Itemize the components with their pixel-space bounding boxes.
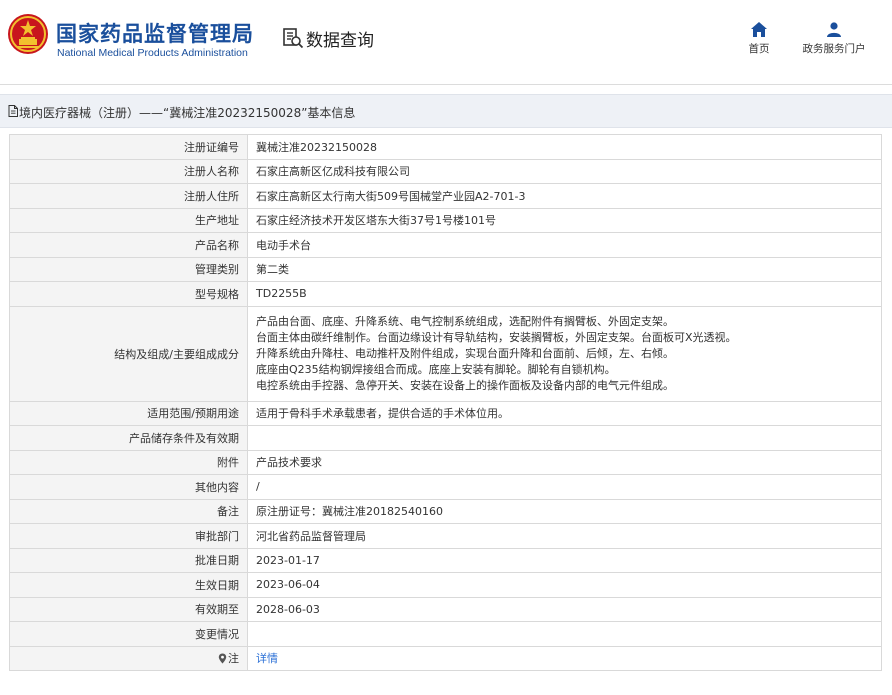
row-label: 备注: [9, 498, 248, 524]
nav-home[interactable]: 首页: [744, 22, 774, 56]
row-label: 注册证编号: [9, 134, 248, 160]
row-value: 石家庄高新区太行南大街509号国械堂产业园A2-701-3: [247, 183, 882, 209]
table-row: 注册证编号 冀械注准20232150028: [9, 134, 882, 160]
breadcrumb: 境内医疗器械（注册）——“冀械注准20232150028”基本信息: [0, 94, 892, 128]
table-row: 附件 产品技术要求: [9, 449, 882, 475]
row-value: [247, 425, 882, 451]
row-value-multiline: 产品由台面、底座、升降系统、电气控制系统组成，选配附件有搁臂板、外固定支架。 台…: [247, 305, 882, 402]
row-value: 电动手术台: [247, 232, 882, 258]
row-label: 生产地址: [9, 207, 248, 233]
table-row: 注册人住所 石家庄高新区太行南大街509号国械堂产业园A2-701-3: [9, 183, 882, 209]
row-label: 管理类别: [9, 256, 248, 282]
registration-info-table: 注册证编号 冀械注准20232150028 注册人名称 石家庄高新区亿成科技有限…: [9, 134, 882, 671]
row-value: 2023-06-04: [247, 572, 882, 598]
row-label: 注册人名称: [9, 158, 248, 184]
row-value: 详情: [247, 645, 882, 671]
row-label: 生效日期: [9, 572, 248, 598]
row-value: 石家庄经济技术开发区塔东大街37号1号楼101号: [247, 207, 882, 233]
row-value: 第二类: [247, 256, 882, 282]
row-value: 产品技术要求: [247, 449, 882, 475]
row-label: 附件: [9, 449, 248, 475]
row-label: 变更情况: [9, 621, 248, 647]
table-row: 注册人名称 石家庄高新区亿成科技有限公司: [9, 158, 882, 184]
note-row-label: 注: [9, 645, 248, 671]
row-value: 河北省药品监督管理局: [247, 523, 882, 549]
row-value: 2023-01-17: [247, 547, 882, 573]
table-row: 生效日期 2023-06-04: [9, 572, 882, 598]
row-label: 型号规格: [9, 281, 248, 307]
composition-line: 产品由台面、底座、升降系统、电气控制系统组成，选配附件有搁臂板、外固定支架。: [256, 314, 674, 328]
table-row: 审批部门 河北省药品监督管理局: [9, 523, 882, 549]
table-row: 批准日期 2023-01-17: [9, 547, 882, 573]
home-icon: [751, 22, 767, 37]
table-row: 其他内容 /: [9, 474, 882, 500]
search-document-icon: [283, 28, 304, 49]
row-label: 产品名称: [9, 232, 248, 258]
composition-line: 台面主体由碳纤维制作。台面边缘设计有导轨结构，安装搁臂板，外固定支架。台面板可X…: [256, 330, 737, 344]
table-row: 备注 原注册证号：冀械注准20182540160: [9, 498, 882, 524]
row-value: 石家庄高新区亿成科技有限公司: [247, 158, 882, 184]
row-label: 批准日期: [9, 547, 248, 573]
breadcrumb-text: 境内医疗器械（注册）——“冀械注准20232150028”基本信息: [19, 106, 356, 120]
site-title-english: National Medical Products Administration: [57, 47, 248, 59]
nav-service-portal[interactable]: 政务服务门户: [798, 22, 870, 56]
pin-icon: [218, 653, 227, 663]
row-value: TD2255B: [247, 281, 882, 307]
nav-portal-label: 政务服务门户: [802, 43, 866, 55]
row-value: [247, 621, 882, 647]
data-query-nav[interactable]: 数据查询: [282, 26, 374, 51]
row-value: 2028-06-03: [247, 596, 882, 622]
table-row: 产品名称 电动手术台: [9, 232, 882, 258]
composition-line: 电控系统由手控器、急停开关、安装在设备上的操作面板及设备内部的电气元件组成。: [256, 378, 674, 392]
composition-line: 底座由Q235结构钢焊接组合而成。底座上安装有脚轮。脚轮有自锁机构。: [256, 362, 616, 376]
table-row: 型号规格 TD2255B: [9, 281, 882, 307]
note-label-text: 注: [228, 652, 239, 665]
site-header: 国家药品监督管理局 National Medical Products Admi…: [0, 0, 892, 85]
table-row: 结构及组成/主要组成成分 产品由台面、底座、升降系统、电气控制系统组成，选配附件…: [9, 305, 882, 402]
composition-line: 升降系统由升降柱、电动推杆及附件组成，实现台面升降和台面前、后倾，左、右倾。: [256, 346, 674, 360]
national-emblem-icon: [6, 12, 50, 56]
row-label: 审批部门: [9, 523, 248, 549]
row-value: 原注册证号：冀械注准20182540160: [247, 498, 882, 524]
row-value: 冀械注准20232150028: [247, 134, 882, 160]
table-row: 变更情况: [9, 621, 882, 647]
row-value: /: [247, 474, 882, 500]
table-row: 注 详情: [9, 645, 882, 671]
table-row: 产品储存条件及有效期: [9, 425, 882, 451]
table-row: 有效期至 2028-06-03: [9, 596, 882, 622]
row-label: 注册人住所: [9, 183, 248, 209]
row-value: 适用于骨科手术承载患者，提供合适的手术体位用。: [247, 400, 882, 426]
row-label: 其他内容: [9, 474, 248, 500]
row-label: 结构及组成/主要组成成分: [9, 305, 248, 402]
row-label: 适用范围/预期用途: [9, 400, 248, 426]
nav-home-label: 首页: [748, 43, 770, 55]
details-link[interactable]: 详情: [256, 652, 278, 665]
table-row: 适用范围/预期用途 适用于骨科手术承载患者，提供合适的手术体位用。: [9, 400, 882, 426]
table-row: 生产地址 石家庄经济技术开发区塔东大街37号1号楼101号: [9, 207, 882, 233]
table-row: 管理类别 第二类: [9, 256, 882, 282]
user-icon: [827, 22, 841, 37]
document-icon: [8, 105, 18, 117]
data-query-label: 数据查询: [306, 30, 374, 51]
row-label: 产品储存条件及有效期: [9, 425, 248, 451]
row-label: 有效期至: [9, 596, 248, 622]
site-title: 国家药品监督管理局: [56, 22, 254, 46]
